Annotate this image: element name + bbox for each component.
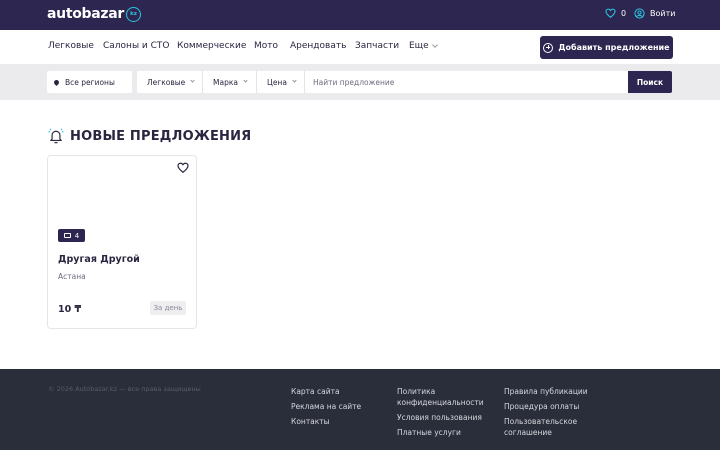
logo-text: autobazar (47, 6, 124, 22)
footer-link-paid-services[interactable]: Платные услуги (397, 427, 492, 438)
location-pin-icon (52, 78, 61, 86)
footer-column-2: Политика конфиденциальности Условия поль… (397, 386, 492, 442)
nav-item-dealers[interactable]: Салоны и СТО (103, 41, 170, 51)
nav-item-rent[interactable]: Арендовать (290, 41, 346, 51)
photos-icon (63, 233, 71, 238)
heart-icon[interactable] (177, 162, 189, 173)
user-circle-icon (634, 8, 645, 19)
footer-link-contacts[interactable]: Контакты (291, 416, 381, 427)
nav-more-label: Еще (409, 41, 429, 51)
heart-icon (605, 8, 616, 18)
footer-link-advertising[interactable]: Реклама на сайте (291, 401, 381, 412)
copyright: © 2026 Autobazar.kz — все права защищены (48, 385, 201, 393)
footer-link-payment-procedure[interactable]: Процедура оплаты (504, 401, 604, 412)
region-value: Все регионы (65, 77, 115, 87)
section-header: НОВЫЕ ПРЕДЛОЖЕНИЯ (48, 128, 251, 145)
listing-price: 10 ₸ (58, 304, 82, 315)
footer-link-privacy[interactable]: Политика конфиденциальности (397, 386, 492, 408)
search-input[interactable]: Найти предложение (305, 78, 394, 87)
favorites-button[interactable]: 0 (605, 8, 626, 18)
nav-item-parts[interactable]: Запчасти (355, 41, 399, 51)
bell-icon (48, 128, 64, 144)
listing-city: Астана (58, 272, 86, 281)
category-value: Легковые (147, 77, 186, 87)
logo-badge: kz (126, 6, 141, 22)
footer-column-3: Правила публикации Процедура оплаты Поль… (504, 386, 604, 442)
footer-link-sitemap[interactable]: Карта сайта (291, 386, 381, 397)
chevron-down-icon (431, 41, 438, 48)
nav-item-moto[interactable]: Мото (254, 41, 278, 51)
nav-item-commercial[interactable]: Коммерческие (177, 41, 246, 51)
top-bar: autobazar kz 0 Войти (0, 0, 720, 30)
favorites-count: 0 (621, 8, 627, 18)
search-filters: Легковые Марка Цена Найти предложение (137, 71, 628, 93)
chevron-down-icon (243, 78, 248, 83)
region-select[interactable]: Все регионы (47, 71, 132, 93)
section-title: НОВЫЕ ПРЕДЛОЖЕНИЯ (70, 129, 252, 144)
chevron-down-icon (292, 78, 297, 83)
footer-link-terms[interactable]: Условия пользования (397, 412, 492, 423)
add-listing-label: Добавить предложение (558, 43, 670, 52)
footer-column-1: Карта сайта Реклама на сайте Контакты (291, 386, 381, 431)
chevron-down-icon (190, 78, 195, 83)
photo-count-badge: 4 (58, 229, 85, 242)
plus-circle-icon (543, 42, 554, 53)
add-listing-button[interactable]: Добавить предложение (540, 36, 673, 59)
footer-link-user-agreement[interactable]: Пользовательское соглашение (504, 416, 604, 438)
site-logo[interactable]: autobazar kz (47, 6, 141, 22)
brand-select[interactable]: Марка (203, 71, 257, 93)
nav-item-cars[interactable]: Легковые (48, 41, 94, 51)
price-value: Цена (267, 77, 287, 87)
listing-card[interactable]: 4 Другая Другой Астана 10 ₸ За день (47, 155, 197, 329)
footer-link-publishing-rules[interactable]: Правила публикации (504, 386, 604, 397)
brand-value: Марка (213, 77, 238, 87)
price-select[interactable]: Цена (257, 71, 305, 93)
category-select[interactable]: Легковые (137, 71, 203, 93)
search-button[interactable]: Поиск (628, 71, 672, 93)
login-button[interactable]: Войти (634, 8, 675, 19)
price-period-badge: За день (150, 301, 186, 315)
login-label: Войти (650, 9, 676, 18)
photo-count: 4 (74, 231, 80, 240)
nav-more-dropdown[interactable]: Еще (409, 41, 438, 51)
listing-title[interactable]: Другая Другой (58, 254, 140, 265)
